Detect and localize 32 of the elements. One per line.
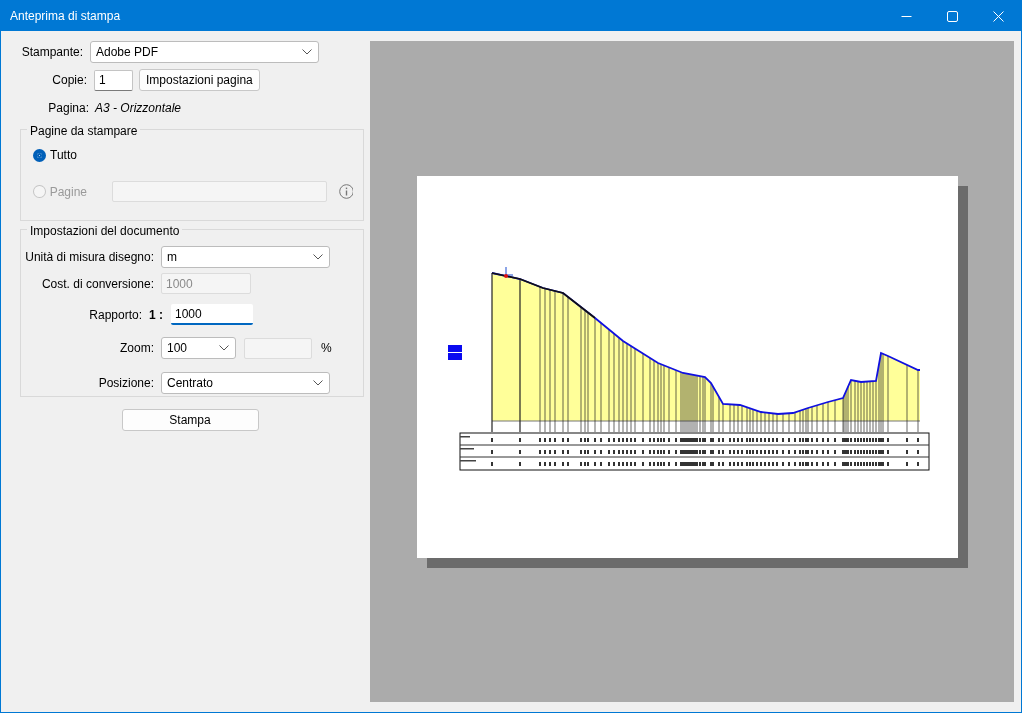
info-icon[interactable] — [338, 184, 353, 199]
ratio-prefix: 1 : — [149, 306, 163, 324]
close-icon — [992, 10, 1004, 22]
maximize-icon — [946, 10, 958, 22]
radio-label: Tutto — [50, 147, 78, 164]
field-label: Unità di misura disegno: — [25, 249, 155, 266]
chevron-icon — [313, 254, 323, 260]
unit-label: % — [321, 340, 332, 357]
printer-dropdown[interactable]: Adobe PDF — [90, 41, 319, 63]
field-label: Copie: — [51, 72, 88, 89]
zoom-dropdown[interactable]: 100 — [161, 337, 236, 359]
radio-label: Pagine — [49, 183, 88, 201]
ratio-field[interactable]: 1000 — [171, 304, 253, 325]
copies-field[interactable]: 1 — [94, 69, 133, 91]
chevron-icon — [302, 49, 312, 55]
chevron-icon — [219, 345, 229, 351]
field-label: Cost. di conversione: — [40, 275, 155, 293]
field-label: Rapporto: — [88, 306, 143, 324]
field-label: Zoom: — [119, 340, 155, 357]
unit-dropdown[interactable]: m — [161, 246, 330, 268]
page-setup-button[interactable]: Impostazioni pagina — [139, 69, 260, 91]
print-button[interactable]: Stampa — [121, 409, 259, 431]
radio-button[interactable] — [33, 148, 46, 162]
page-format-text: A3 - Orizzontale — [95, 100, 182, 117]
position-dropdown[interactable]: Centrato — [161, 372, 330, 394]
field-label: Stampante: — [20, 44, 84, 61]
chevron-icon — [313, 380, 323, 386]
zoom-percent-field[interactable] — [244, 337, 312, 359]
field-label: Pagina: — [47, 100, 90, 117]
field-label: Posizione: — [97, 375, 155, 392]
window-title: Anteprima di stampa — [10, 8, 122, 25]
pages-field[interactable] — [111, 181, 327, 202]
